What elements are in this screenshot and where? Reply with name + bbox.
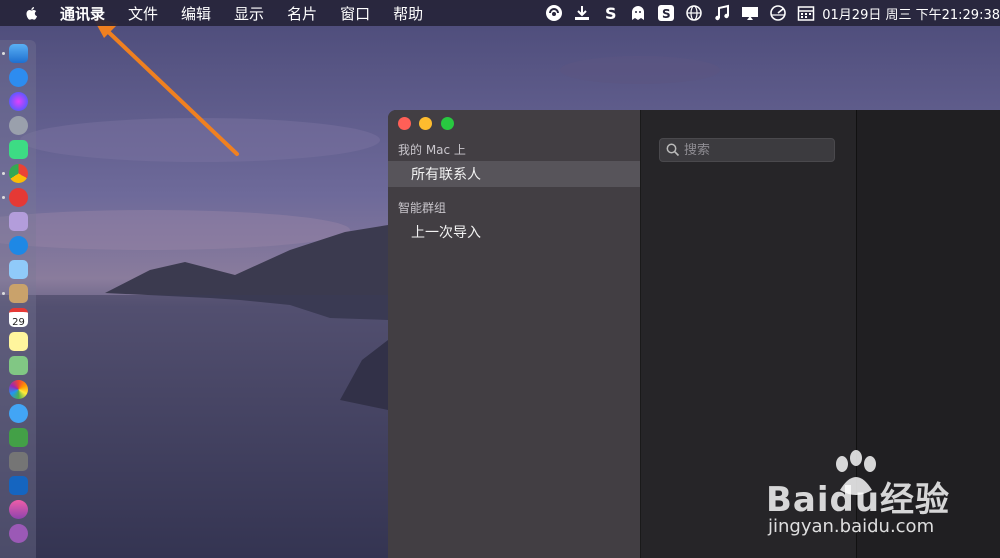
launchpad-icon[interactable] [9, 116, 28, 135]
search-input[interactable] [684, 142, 824, 158]
sogou-icon[interactable]: S [656, 3, 676, 23]
running-indicator [2, 196, 5, 199]
photos-icon[interactable] [9, 380, 28, 399]
display-icon[interactable] [740, 3, 760, 23]
globe-icon[interactable] [684, 3, 704, 23]
calendar-icon[interactable] [796, 3, 816, 23]
zoom-button[interactable] [441, 117, 454, 130]
section-on-my-mac: 我的 Mac 上 [398, 143, 466, 157]
chrome-icon[interactable] [9, 164, 28, 183]
apple-menu-icon[interactable] [24, 4, 42, 22]
menu-card[interactable]: 名片 [287, 3, 317, 24]
app-store-icon[interactable] [9, 68, 28, 87]
finder-icon[interactable] [9, 44, 28, 63]
menubar-clock[interactable]: 01月29日 周三 下午21:29:38 [822, 4, 1000, 23]
sidebar-item-last-import[interactable]: 上一次导入 [388, 219, 640, 245]
itunes-icon[interactable] [9, 500, 28, 519]
menu-file[interactable]: 文件 [128, 3, 158, 24]
running-indicator [2, 52, 5, 55]
red-app-icon[interactable] [9, 188, 28, 207]
minimize-button[interactable] [419, 117, 432, 130]
contacts-icon[interactable] [9, 284, 28, 303]
menu-edit[interactable]: 编辑 [181, 3, 211, 24]
preview-icon[interactable] [9, 260, 28, 279]
running-indicator [2, 172, 5, 175]
s-app-icon[interactable]: S [600, 3, 620, 23]
menu-contacts-app[interactable]: 通讯录 [60, 3, 105, 24]
maps-icon[interactable] [9, 356, 28, 375]
sidebar: 我的 Mac 上 所有联系人 智能群组 上一次导入 [388, 110, 640, 558]
menu-bar: 通讯录 文件 编辑 显示 名片 窗口 帮助 S S 01月29日 周三 下午21… [0, 0, 1000, 26]
facetime-icon[interactable] [9, 428, 28, 447]
messages-icon[interactable] [9, 404, 28, 423]
disk-icon[interactable] [9, 212, 28, 231]
music-note-icon[interactable] [712, 3, 732, 23]
vpn-icon[interactable] [544, 3, 564, 23]
notes-icon[interactable] [9, 332, 28, 351]
close-button[interactable] [398, 117, 411, 130]
sidebar-item-all-contacts[interactable]: 所有联系人 [388, 161, 640, 187]
podcasts-icon[interactable] [9, 524, 28, 543]
menu-help[interactable]: 帮助 [393, 3, 423, 24]
watermark-brand: Baidu经验 [766, 480, 951, 520]
safari-icon[interactable] [9, 236, 28, 255]
dock: 29 [0, 40, 36, 558]
keynote-icon[interactable] [9, 476, 28, 495]
section-smart-groups: 智能群组 [398, 201, 447, 215]
menu-window[interactable]: 窗口 [340, 3, 370, 24]
sidebar-item-label: 所有联系人 [411, 167, 481, 183]
status-area: S S 01月29日 周三 下午21:29:38 [536, 0, 1000, 26]
baidu-watermark: Baidu经验 jingyan.baidu.com [766, 450, 996, 550]
menu-view[interactable]: 显示 [234, 3, 264, 24]
svg-text:S: S [662, 7, 671, 21]
download-icon[interactable] [572, 3, 592, 23]
watermark-url: jingyan.baidu.com [768, 516, 935, 537]
siri-icon[interactable] [9, 92, 28, 111]
search-field[interactable] [659, 138, 835, 162]
android-icon[interactable] [9, 140, 28, 159]
sidebar-item-label: 上一次导入 [411, 225, 481, 241]
search-icon [666, 143, 680, 157]
speedometer-icon[interactable] [768, 3, 788, 23]
system-preferences-icon[interactable] [9, 452, 28, 471]
running-indicator [2, 292, 5, 295]
svg-text:S: S [605, 4, 617, 22]
qq-ghost-icon[interactable] [628, 3, 648, 23]
calendar-icon[interactable]: 29 [9, 308, 28, 328]
